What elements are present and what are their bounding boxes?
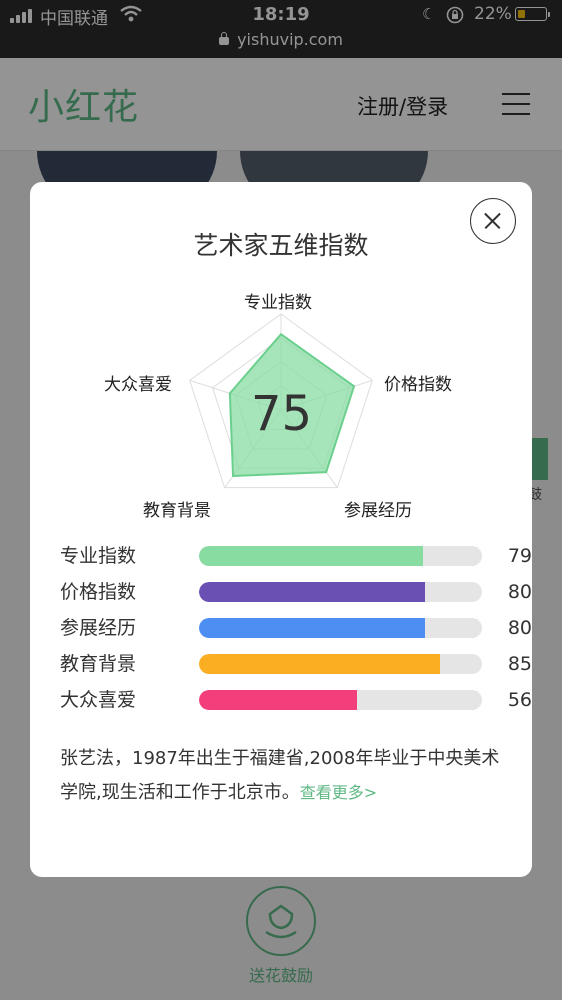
view-more-link[interactable]: 查看更多> <box>300 783 377 802</box>
artist-index-modal: 艺术家五维指数 专业指数 价格指数 参展经历 教育背景 大众喜爱 75 专业指数… <box>30 182 532 877</box>
radar-label-professional: 专业指数 <box>244 293 312 313</box>
total-score: 75 <box>251 386 313 442</box>
index-bar-row: 价格指数 80 <box>60 580 532 604</box>
index-bar-label: 教育背景 <box>60 653 137 675</box>
index-bar-label: 参展经历 <box>60 617 137 639</box>
index-bar-track <box>199 654 482 674</box>
index-bar-track <box>199 546 482 566</box>
radar-chart <box>189 313 373 489</box>
radar-label-price: 价格指数 <box>384 375 452 395</box>
index-bar-track <box>199 618 482 638</box>
index-bar-value: 56 <box>507 689 532 711</box>
artist-bio: 张艺法，1987年出生于福建省,2008年毕业于中央美术学院,现生活和工作于北京… <box>60 742 510 810</box>
index-bar-track <box>199 690 482 710</box>
index-bar-value: 79 <box>507 545 532 567</box>
index-bar-fill <box>199 546 423 566</box>
artist-bio-text: 张艺法，1987年出生于福建省,2008年毕业于中央美术学院,现生活和工作于北京… <box>60 748 500 803</box>
index-bar-value: 85 <box>507 653 532 675</box>
radar-label-exhibition: 参展经历 <box>344 501 412 521</box>
index-bar-label: 价格指数 <box>60 581 137 603</box>
index-bar-fill <box>199 690 358 710</box>
index-bar-label: 专业指数 <box>60 545 137 567</box>
index-bar-track <box>199 582 482 602</box>
radar-label-education: 教育背景 <box>143 501 211 521</box>
index-bar-row: 参展经历 80 <box>60 616 532 640</box>
index-bar-fill <box>199 654 440 674</box>
index-bar-value: 80 <box>507 617 532 639</box>
index-bar-row: 专业指数 79 <box>60 544 532 568</box>
radar-label-popularity: 大众喜爱 <box>104 375 172 395</box>
index-bar-fill <box>199 618 426 638</box>
index-bar-row: 教育背景 85 <box>60 652 532 676</box>
index-bar-label: 大众喜爱 <box>60 689 137 711</box>
index-bar-value: 80 <box>507 581 532 603</box>
index-bar-row: 大众喜爱 56 <box>60 688 532 712</box>
index-bar-fill <box>199 582 426 602</box>
